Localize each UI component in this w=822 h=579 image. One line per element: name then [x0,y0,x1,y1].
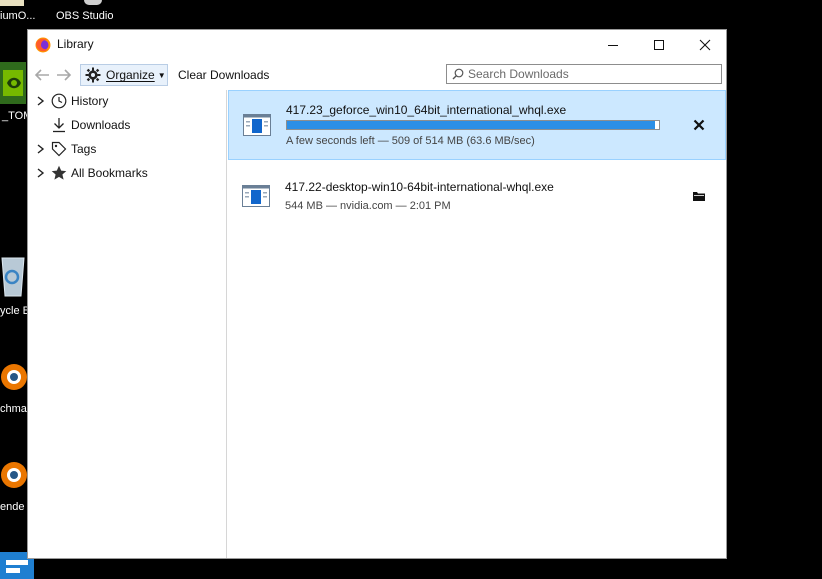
cancel-download-button[interactable] [688,114,710,136]
open-folder-button[interactable] [688,185,710,207]
download-item[interactable]: 417.22-desktop-win10-64bit-international… [228,168,726,238]
obs-icon[interactable] [84,0,102,5]
chevron-right-icon[interactable] [35,95,45,107]
nvidia-icon[interactable] [0,62,26,104]
executable-file-icon [242,185,270,207]
download-status: 544 MB — nvidia.com — 2:01 PM [285,200,451,212]
tag-icon [51,141,67,157]
download-progress-bar [286,120,660,130]
organize-label: Organize [106,68,155,82]
sidebar-item-all-bookmarks[interactable]: All Bookmarks [28,162,227,184]
folder-icon [693,192,705,201]
toolbar: Organize ▼ Clear Downloads [28,61,726,89]
desktop-icon-label: OBS Studio [56,10,114,22]
desktop-icon-label: ycle B [0,305,30,317]
sidebar: History Downloads Tags All Bookmarks [28,90,227,558]
download-filename: 417.23_geforce_win10_64bit_international… [286,103,567,117]
sidebar-item-label: Tags [71,142,97,156]
search-input[interactable] [468,67,708,81]
recycle-bin-icon[interactable] [0,254,26,298]
download-item[interactable]: 417.23_geforce_win10_64bit_international… [228,90,726,160]
downloads-list: 417.23_geforce_win10_64bit_international… [228,90,726,558]
chevron-down-icon: ▼ [157,70,166,80]
arrow-right-icon [57,69,72,81]
app-icon[interactable] [0,0,24,6]
sidebar-item-label: All Bookmarks [71,166,148,180]
sidebar-item-downloads[interactable]: Downloads [28,114,227,136]
library-window: Library Organize ▼ Clear Downloads Searc… [27,29,727,559]
download-progress-fill [287,121,656,129]
chevron-right-icon[interactable] [35,143,45,155]
sidebar-item-label: History [71,94,109,108]
firefox-logo-icon [35,37,51,53]
download-status: A few seconds left — 509 of 514 MB (63.6… [286,135,535,147]
arrow-left-icon [34,69,49,81]
blender-icon[interactable] [0,454,28,494]
maximize-icon [654,40,664,50]
download-filename: 417.22-desktop-win10-64bit-international… [285,180,554,194]
cancel-icon [693,119,705,131]
sidebar-item-tags[interactable]: Tags [28,138,227,160]
minimize-icon [608,45,618,46]
forward-button[interactable] [54,66,74,84]
gear-icon [85,67,101,83]
sidebar-item-history[interactable]: History [28,90,227,112]
desktop-icon-label: iumO... [0,10,36,22]
executable-file-icon [243,114,271,136]
search-icon [452,68,464,80]
blender-icon[interactable] [0,356,28,396]
back-button[interactable] [32,66,52,84]
window-title: Library [57,37,94,51]
download-arrow-icon [53,118,65,133]
close-button[interactable] [682,30,728,60]
chevron-right-icon[interactable] [35,167,45,179]
search-box[interactable] [446,64,722,84]
star-icon [51,165,67,180]
close-icon [699,39,711,51]
organize-button[interactable]: Organize ▼ [80,64,168,86]
maximize-button[interactable] [636,30,682,60]
clear-downloads-button[interactable]: Clear Downloads [178,68,269,82]
desktop-icon-label: chma [0,403,27,415]
desktop-icon-label: ende [0,501,25,513]
title-bar[interactable]: Library [28,30,726,60]
minimize-button[interactable] [590,30,636,60]
clock-icon [51,93,67,109]
sidebar-item-label: Downloads [71,118,131,132]
